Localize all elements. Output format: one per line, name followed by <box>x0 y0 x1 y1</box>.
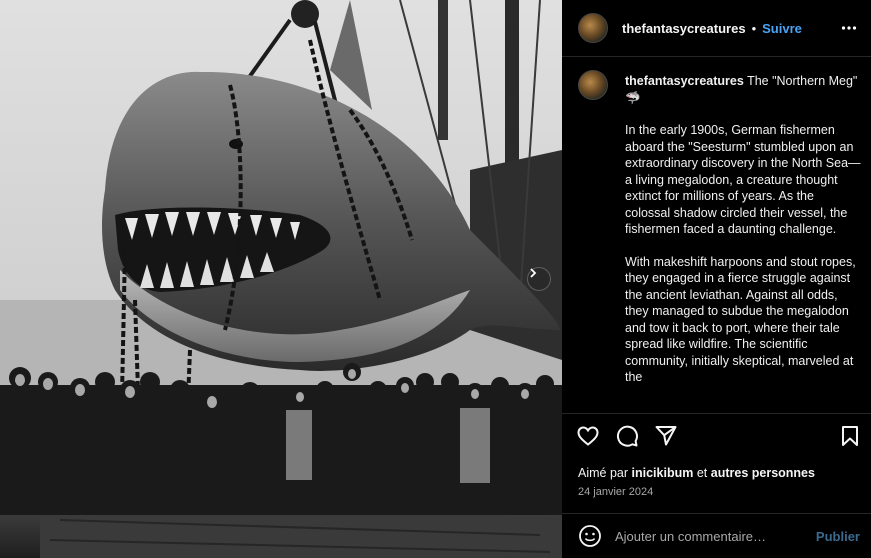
chevron-right-icon <box>530 268 537 278</box>
more-options-button[interactable] <box>841 20 857 40</box>
header-username[interactable]: thefantasycreatures <box>622 21 746 36</box>
next-image-button[interactable] <box>527 267 551 291</box>
post-date[interactable]: 24 janvier 2024 <box>578 486 653 498</box>
send-icon <box>655 426 677 446</box>
post-caption: thefantasycreatures The "Northern Meg" 🦈… <box>578 70 863 410</box>
comment-input[interactable] <box>615 526 805 546</box>
caption-username[interactable]: thefantasycreatures <box>625 74 744 88</box>
comment-icon <box>616 425 638 447</box>
caption-avatar[interactable] <box>578 70 608 100</box>
comment-button[interactable] <box>615 424 641 450</box>
shark-photo-illustration <box>0 0 562 558</box>
likes-prefix: Aimé par <box>578 466 629 480</box>
post-header: thefantasycreatures • Suivre <box>562 0 871 57</box>
emoji-icon <box>579 525 601 547</box>
more-horizontal-icon <box>841 26 857 30</box>
caption-paragraph: In the early 1900s, German fishermen abo… <box>625 123 861 236</box>
publish-button[interactable]: Publier <box>816 529 860 544</box>
heart-icon <box>577 426 599 446</box>
divider <box>562 413 871 414</box>
separator-dot: • <box>751 20 757 36</box>
post-sidebar: thefantasycreatures • Suivre thefantasyc… <box>562 0 871 558</box>
avatar[interactable] <box>578 13 608 43</box>
post-image[interactable] <box>0 0 562 558</box>
likes-others-link[interactable]: autres personnes <box>711 466 815 480</box>
caption-paragraph: With makeshift harpoons and stout ropes,… <box>625 254 856 385</box>
comment-bar: Publier <box>562 514 871 558</box>
liker-username[interactable]: inicikibum <box>632 466 694 480</box>
bookmark-icon <box>842 426 858 446</box>
likes-summary: Aimé par inicikibum et autres personnes <box>578 466 815 480</box>
caption-text: thefantasycreatures The "Northern Meg" 🦈… <box>625 73 861 386</box>
emoji-button[interactable] <box>578 524 602 548</box>
action-bar <box>576 424 861 452</box>
likes-connector: et <box>696 466 708 480</box>
share-button[interactable] <box>654 424 680 450</box>
follow-button[interactable]: Suivre <box>762 21 802 36</box>
like-button[interactable] <box>576 424 602 450</box>
save-button[interactable] <box>838 424 864 450</box>
